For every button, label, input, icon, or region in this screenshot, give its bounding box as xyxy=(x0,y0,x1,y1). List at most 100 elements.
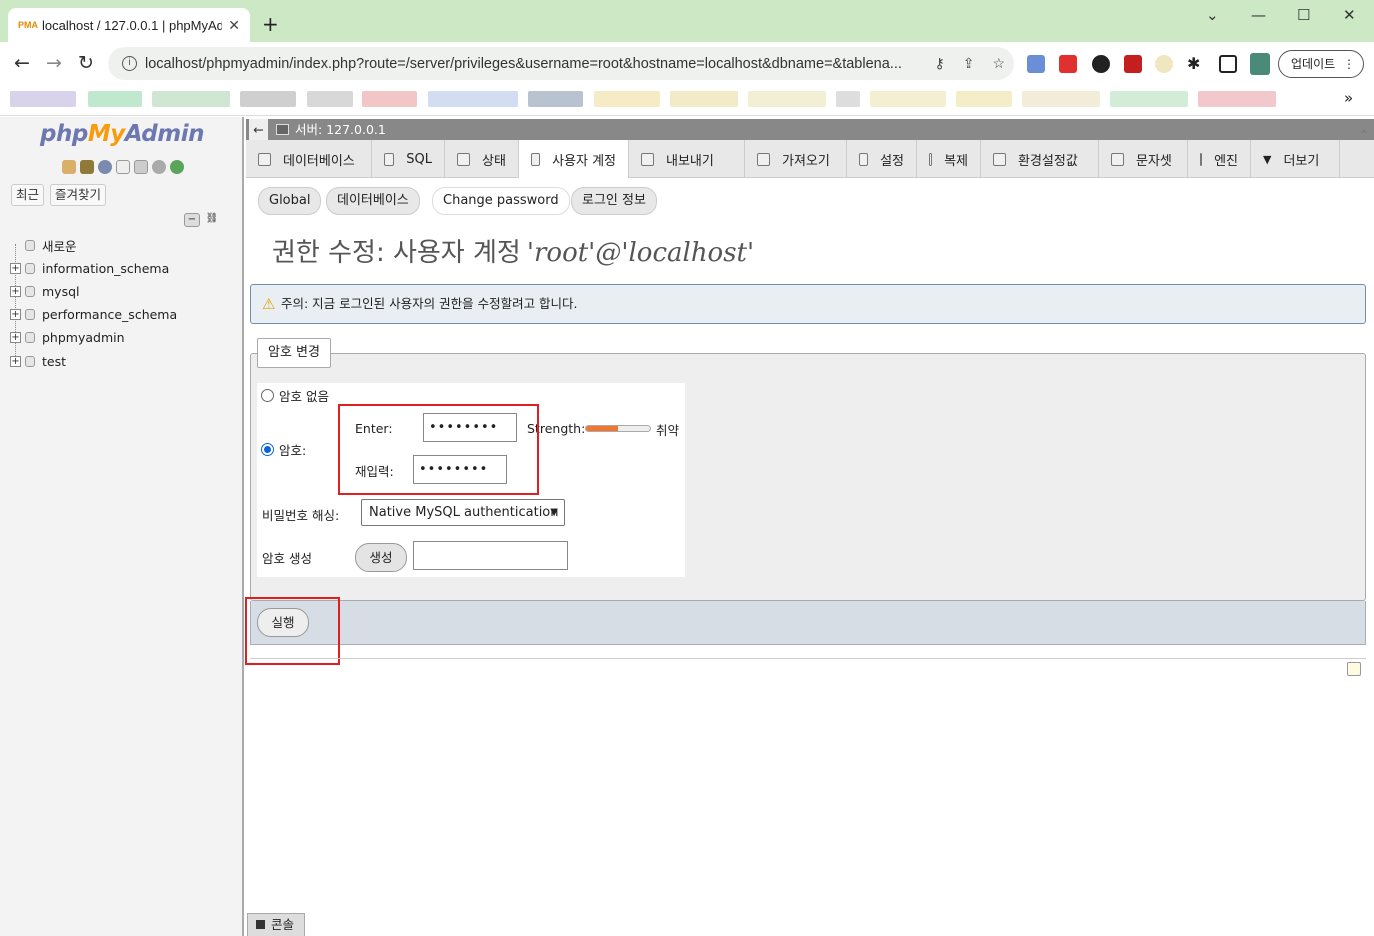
bookmark-item[interactable] xyxy=(670,91,738,107)
bookmark-item[interactable] xyxy=(748,91,826,107)
pdf-ext-icon[interactable] xyxy=(1124,55,1142,73)
browser-tab[interactable]: PMA localhost / 127.0.0.1 | phpMyAd ✕ xyxy=(8,8,250,42)
translate-ext-icon[interactable] xyxy=(1027,55,1045,73)
tab-8[interactable]: 환경설정값 xyxy=(981,140,1099,178)
subtab-2[interactable]: Change password xyxy=(432,187,570,215)
tab-1[interactable]: SQL xyxy=(372,140,445,178)
chevron-down-icon[interactable]: ⌄ xyxy=(1206,6,1219,24)
share-icon[interactable]: ⇪ xyxy=(963,55,975,72)
no-password-label[interactable]: 암호 없음 xyxy=(279,386,329,405)
bookmark-item[interactable] xyxy=(1110,91,1188,107)
hashing-select[interactable]: Native MySQL authentication ▼ xyxy=(361,499,565,526)
bookmark-item[interactable] xyxy=(240,91,296,107)
sidepanel-icon[interactable] xyxy=(1219,55,1237,73)
copy-icon[interactable] xyxy=(134,160,148,174)
reload-icon[interactable]: ↻ xyxy=(78,52,94,74)
extension-icon[interactable] xyxy=(1059,55,1077,73)
subtab-0[interactable]: Global xyxy=(258,187,322,215)
avatar[interactable] xyxy=(1250,53,1270,75)
bookmark-item[interactable] xyxy=(956,91,1012,107)
home-icon[interactable] xyxy=(62,160,76,174)
phpmyadmin-logo[interactable]: phpMyAdmin xyxy=(40,121,204,147)
menu-icon[interactable]: ⋮ xyxy=(1343,51,1355,77)
tree-item-label[interactable]: 새로운 xyxy=(42,236,77,255)
tree-item[interactable]: + phpmyadmin xyxy=(10,330,125,345)
tab-10[interactable]: 엔진 xyxy=(1188,140,1251,178)
tree-item[interactable]: + test xyxy=(10,354,66,369)
site-info-icon[interactable]: i xyxy=(122,56,137,71)
bookmark-item[interactable] xyxy=(307,91,353,107)
bookmark-item[interactable] xyxy=(870,91,946,107)
tree-item-label[interactable]: test xyxy=(42,354,66,369)
no-password-radio[interactable] xyxy=(261,389,274,402)
extension-icon[interactable] xyxy=(1155,55,1173,73)
tab-7[interactable]: 복제 xyxy=(917,140,981,178)
link-icon[interactable]: ⛓ xyxy=(204,213,220,227)
console-toggle[interactable]: 콘솔 xyxy=(247,913,305,936)
star-icon[interactable]: ☆ xyxy=(992,55,1005,72)
extension-icon[interactable] xyxy=(1092,55,1110,73)
maximize-icon[interactable]: ☐ xyxy=(1297,6,1310,24)
bookmark-item[interactable] xyxy=(362,91,417,107)
subtab-1[interactable]: 데이터베이스 xyxy=(326,187,420,215)
back-icon[interactable]: ← xyxy=(14,52,30,74)
password-radio[interactable] xyxy=(261,443,274,456)
bookmark-item[interactable] xyxy=(1022,91,1100,107)
tree-item-label[interactable]: phpmyadmin xyxy=(42,330,125,345)
tree-item[interactable]: + mysql xyxy=(10,284,80,299)
tree-item-label[interactable]: information_schema xyxy=(42,261,169,276)
tab-0[interactable]: 데이터베이스 xyxy=(246,140,372,178)
new-tab-button[interactable]: + xyxy=(262,12,279,36)
expand-icon[interactable]: + xyxy=(10,263,21,274)
server-label[interactable]: 서버: 127.0.0.1 xyxy=(295,119,386,140)
close-window-icon[interactable]: ✕ xyxy=(1343,6,1356,24)
subtab-3[interactable]: 로그인 정보 xyxy=(571,187,657,215)
tree-item[interactable]: + performance_schema xyxy=(10,307,177,322)
bookmark-item[interactable] xyxy=(528,91,583,107)
gear-icon[interactable] xyxy=(152,160,166,174)
bookmarks-more-icon[interactable]: » xyxy=(1344,89,1353,107)
docs-icon[interactable] xyxy=(116,160,130,174)
bookmark-item[interactable] xyxy=(10,91,76,107)
key-icon[interactable]: ⚷ xyxy=(934,55,944,72)
logout-icon[interactable] xyxy=(80,160,94,174)
expand-icon[interactable]: + xyxy=(10,286,21,297)
tree-item[interactable]: + information_schema xyxy=(10,261,169,276)
tab-9[interactable]: 문자셋 xyxy=(1099,140,1188,178)
help-icon[interactable] xyxy=(98,160,112,174)
bookmark-item[interactable] xyxy=(836,91,860,107)
tree-item-label[interactable]: mysql xyxy=(42,284,80,299)
bookmark-item[interactable] xyxy=(1198,91,1276,107)
minimize-icon[interactable]: — xyxy=(1251,6,1266,24)
bookmark-item[interactable] xyxy=(428,91,518,107)
bookmark-item[interactable] xyxy=(88,91,142,107)
tree-item-label[interactable]: performance_schema xyxy=(42,307,177,322)
update-button[interactable]: 업데이트 ⋮ xyxy=(1278,50,1364,78)
collapse-nav-icon[interactable]: ← xyxy=(249,119,268,140)
tab-2[interactable]: 상태 xyxy=(445,140,519,178)
close-tab-icon[interactable]: ✕ xyxy=(228,17,240,34)
generated-password-field[interactable] xyxy=(413,541,568,570)
recent-button[interactable]: 최근 xyxy=(11,184,45,206)
favorites-button[interactable]: 즐겨찾기 xyxy=(50,184,107,206)
bookmark-item[interactable] xyxy=(152,91,230,107)
forward-icon[interactable]: → xyxy=(46,52,62,74)
tab-5[interactable]: 가져오기 xyxy=(745,140,847,178)
puzzle-icon[interactable]: ✱ xyxy=(1187,55,1205,73)
collapse-all-icon[interactable]: − xyxy=(184,213,200,227)
expand-icon[interactable]: + xyxy=(10,332,21,343)
address-bar[interactable]: i localhost/phpmyadmin/index.php?route=/… xyxy=(108,47,1014,80)
expand-icon[interactable]: + xyxy=(10,309,21,320)
tab-6[interactable]: 설정 xyxy=(847,140,917,178)
generate-button[interactable]: 생성 xyxy=(355,543,407,572)
reload-nav-icon[interactable] xyxy=(170,160,184,174)
url-text[interactable]: localhost/phpmyadmin/index.php?route=/se… xyxy=(145,56,925,72)
password-label[interactable]: 암호: xyxy=(279,440,306,459)
tab-11[interactable]: ▼ 더보기 xyxy=(1251,140,1340,178)
bookmark-item[interactable] xyxy=(594,91,660,107)
note-icon[interactable] xyxy=(1347,662,1361,676)
expand-icon[interactable]: + xyxy=(10,356,21,367)
tab-3[interactable]: 사용자 계정 xyxy=(519,140,629,178)
tab-4[interactable]: 내보내기 xyxy=(629,140,745,178)
tree-item[interactable]: 새로운 xyxy=(10,236,77,255)
